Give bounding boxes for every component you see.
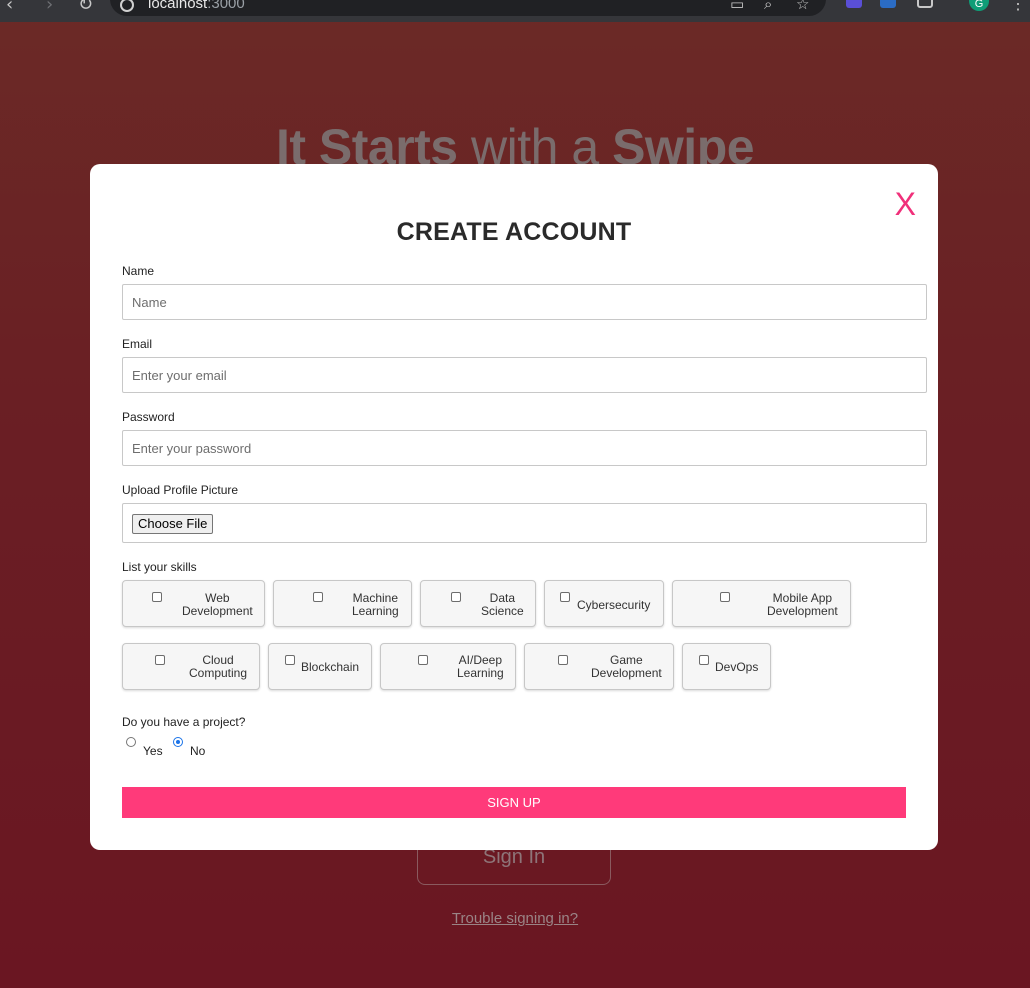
skill-label-line2: Science xyxy=(481,604,524,618)
modal-title: CREATE ACCOUNT xyxy=(396,218,632,246)
skill-label: Cloud Computing xyxy=(189,654,247,680)
project-question: Do you have a project? xyxy=(122,715,246,729)
skill-checkbox[interactable] xyxy=(699,655,709,665)
extension-icon[interactable] xyxy=(880,0,896,8)
skill-label: DevOps xyxy=(715,660,759,674)
name-input[interactable] xyxy=(122,284,927,320)
skill-label-line2: Development xyxy=(182,604,253,618)
project-no-radio[interactable] xyxy=(173,737,183,747)
profile-picture-upload: Choose File xyxy=(122,503,927,543)
project-yes-label: Yes xyxy=(143,744,163,758)
skill-checkbox[interactable] xyxy=(285,655,295,665)
skill-label: Cybersecurity xyxy=(577,598,651,612)
skill-label-line1: Web xyxy=(205,591,230,605)
skill-checkbox[interactable] xyxy=(720,592,730,602)
skill-label-line1: Data xyxy=(489,591,516,605)
email-label: Email xyxy=(122,337,153,351)
skill-label-line2: Development xyxy=(767,604,838,618)
skill-mobile-app-development[interactable]: Mobile App Development xyxy=(672,580,851,627)
share-icon[interactable] xyxy=(917,0,933,8)
back-icon[interactable]: ‹ xyxy=(6,0,13,15)
site-info-icon[interactable] xyxy=(120,0,134,12)
upload-label: Upload Profile Picture xyxy=(122,483,239,497)
skills-label: List your skills xyxy=(122,560,197,574)
forward-icon[interactable]: › xyxy=(46,0,53,15)
skill-label-line1: Mobile App xyxy=(772,591,833,605)
skill-checkbox[interactable] xyxy=(560,592,570,602)
chrome-menu-icon[interactable]: ⋮ xyxy=(1010,0,1026,14)
skill-label-line2: Learning xyxy=(457,666,504,680)
email-input[interactable] xyxy=(122,357,927,393)
skill-cloud-computing[interactable]: Cloud Computing xyxy=(122,643,260,690)
skill-label-line1: AI/Deep xyxy=(458,653,503,667)
bookmark-star-icon[interactable]: ☆ xyxy=(796,0,809,13)
skill-label-line1: Game xyxy=(610,653,643,667)
skill-label-line1: Cloud xyxy=(202,653,234,667)
skill-web-development[interactable]: Web Development xyxy=(122,580,265,627)
trouble-signing-in-link[interactable]: Trouble signing in? xyxy=(0,910,1030,927)
reload-icon[interactable]: ↻ xyxy=(78,0,93,15)
skill-data-science[interactable]: Data Science xyxy=(420,580,536,627)
create-account-modal: X CREATE ACCOUNT Name Email Password Upl… xyxy=(90,164,938,850)
skill-label: Game Development xyxy=(591,654,662,680)
browser-toolbar: ‹ › ↻ localhost:3000 ▭ ⌕ ☆ G ⋮ xyxy=(0,0,1030,22)
skill-cybersecurity[interactable]: Cybersecurity xyxy=(544,580,664,627)
address-url: localhost:3000 xyxy=(148,0,245,12)
password-label: Password xyxy=(122,410,175,424)
skill-blockchain[interactable]: Blockchain xyxy=(268,643,372,690)
url-host: localhost xyxy=(148,0,208,12)
project-yes-radio[interactable] xyxy=(126,737,136,747)
skill-checkbox[interactable] xyxy=(313,592,323,602)
skill-label-line2: Computing xyxy=(189,666,248,680)
skill-checkbox[interactable] xyxy=(451,592,461,602)
skill-label: AI/Deep Learning xyxy=(457,654,504,680)
skill-label-line2: Learning xyxy=(352,604,399,618)
skill-checkbox[interactable] xyxy=(558,655,568,665)
close-button[interactable]: X xyxy=(895,186,916,222)
skill-checkbox[interactable] xyxy=(152,592,162,602)
skill-label: Data Science xyxy=(481,592,524,618)
sign-up-button[interactable]: SIGN UP xyxy=(122,787,906,818)
skill-label: Blockchain xyxy=(301,660,360,674)
skill-label: Mobile App Development xyxy=(767,592,838,618)
profile-avatar[interactable]: G xyxy=(969,0,989,11)
name-label: Name xyxy=(122,264,155,278)
zoom-icon[interactable]: ⌕ xyxy=(764,0,772,13)
password-input[interactable] xyxy=(122,430,927,466)
skill-label: Machine Learning xyxy=(352,592,399,618)
skill-game-development[interactable]: Game Development xyxy=(524,643,674,690)
skill-ai-deep-learning[interactable]: AI/Deep Learning xyxy=(380,643,516,690)
skill-machine-learning[interactable]: Machine Learning xyxy=(273,580,412,627)
extension-icon[interactable] xyxy=(846,0,862,8)
skill-label-line1: Machine xyxy=(352,591,399,605)
url-port: :3000 xyxy=(207,0,245,12)
project-no-label: No xyxy=(190,744,206,758)
skill-label: Web Development xyxy=(182,592,253,618)
skill-checkbox[interactable] xyxy=(155,655,165,665)
skill-label-line2: Development xyxy=(591,666,662,680)
choose-file-button[interactable]: Choose File xyxy=(132,514,214,534)
skill-checkbox[interactable] xyxy=(418,655,428,665)
skill-devops[interactable]: DevOps xyxy=(682,643,771,690)
address-bar[interactable]: localhost:3000 ▭ ⌕ ☆ xyxy=(110,0,826,16)
cast-icon[interactable]: ▭ xyxy=(730,0,744,13)
